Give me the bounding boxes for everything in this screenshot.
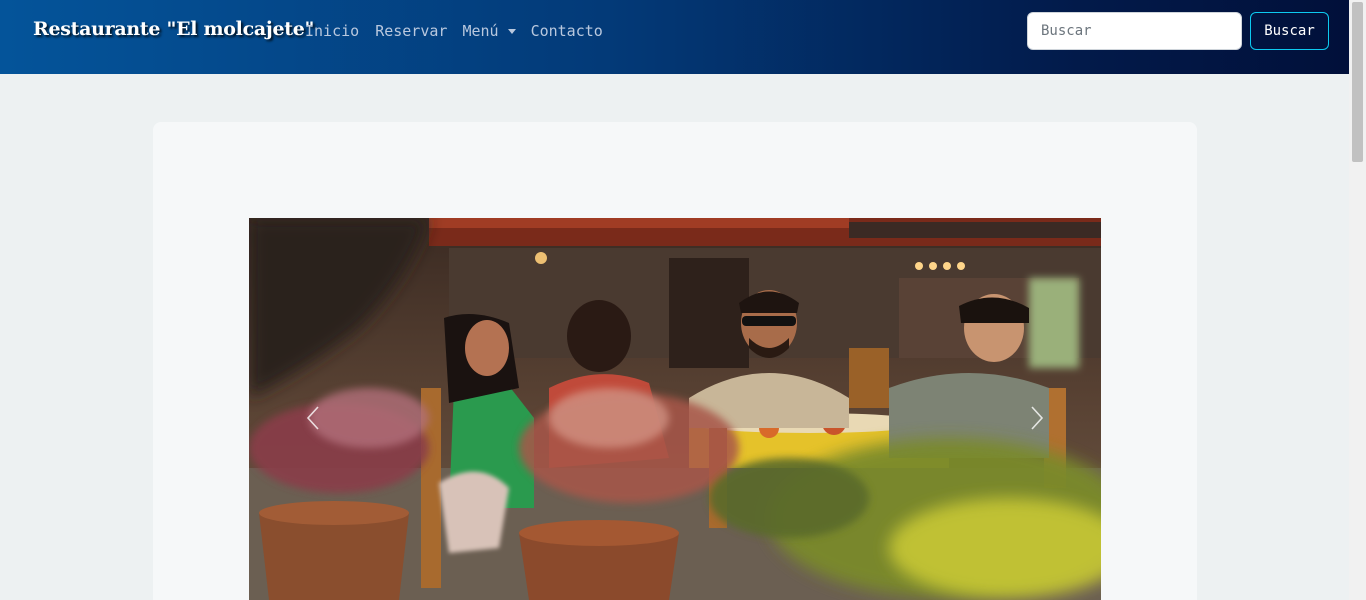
carousel-prev-button[interactable] (298, 395, 328, 441)
nav-links: Inicio Reservar Menú Contacto (305, 21, 603, 41)
nav-link-contacto[interactable]: Contacto (531, 22, 603, 40)
brand-logo[interactable]: Restaurante "El molcajete" (33, 18, 314, 40)
nav-link-reservar[interactable]: Reservar (375, 22, 447, 40)
navbar: Restaurante "El molcajete" Inicio Reserv… (0, 0, 1349, 74)
page-scrollbar[interactable] (1349, 0, 1366, 600)
chevron-left-icon (306, 406, 319, 430)
search-button[interactable]: Buscar (1250, 12, 1329, 50)
scrollbar-thumb[interactable] (1352, 2, 1363, 162)
carousel-image (249, 218, 1101, 600)
caret-down-icon (507, 29, 516, 34)
nav-dropdown-menu[interactable]: Menú (462, 22, 516, 40)
nav-link-menu[interactable]: Menú (462, 22, 498, 40)
search-input[interactable] (1027, 12, 1242, 50)
carousel (249, 218, 1101, 600)
nav-link-inicio[interactable]: Inicio (305, 22, 359, 40)
carousel-next-button[interactable] (1022, 395, 1052, 441)
chevron-right-icon (1031, 406, 1044, 430)
